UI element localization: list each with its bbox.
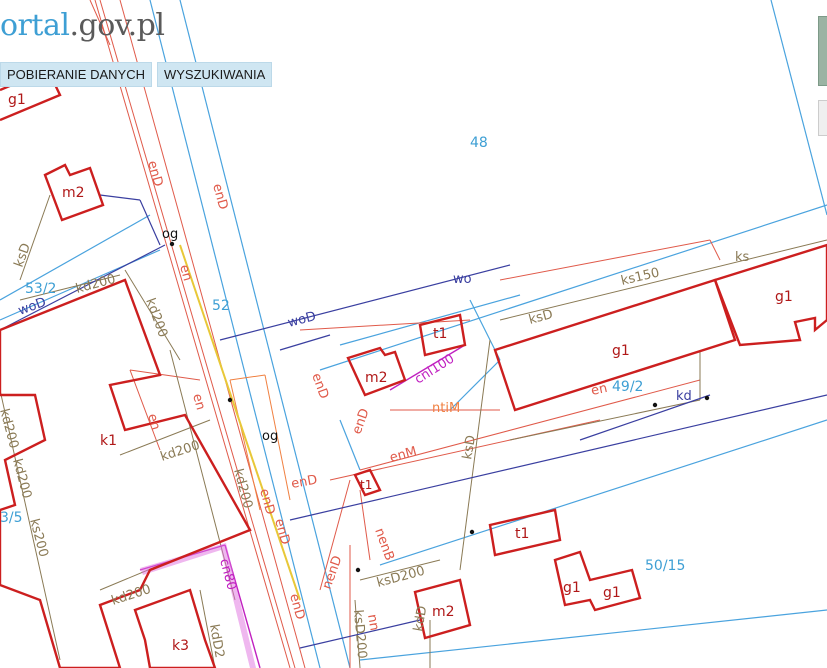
parcel-label: 48: [470, 135, 488, 151]
building-label: m2: [365, 370, 388, 386]
logo-part-2: .gov.pl: [69, 8, 165, 43]
utility-label: woD: [16, 295, 48, 319]
utility-label: en: [189, 392, 208, 412]
nav-button-search[interactable]: WYSZUKIWANIA: [156, 62, 273, 87]
telecom-hatch: [140, 543, 256, 668]
building-label: g1: [612, 343, 630, 359]
parcel-label: 49/2: [612, 379, 643, 395]
utility-label: woD: [286, 309, 318, 331]
parcel-label: 50/15: [645, 558, 685, 574]
utility-label: ksD: [527, 307, 554, 328]
utility-label: kd200: [159, 438, 202, 465]
overview-map-thumbnail[interactable]: [818, 16, 827, 86]
parcel-label: 53/2: [25, 281, 56, 297]
building-label: t1: [433, 326, 447, 342]
utility-label: nenD: [320, 554, 346, 592]
utility-label: nenB: [371, 526, 397, 563]
nav-button-download[interactable]: POBIERANIE DANYCH: [0, 62, 152, 87]
utility-label: ksD: [12, 241, 34, 269]
utility-label: kd: [676, 389, 692, 404]
utility-label: kd200: [142, 296, 170, 339]
building-label: g1: [8, 92, 26, 108]
utility-label: cnl100: [412, 351, 457, 387]
utility-label: ksD: [460, 434, 479, 461]
utility-label: en: [144, 412, 163, 432]
utility-label: kd200: [0, 407, 21, 450]
utility-label: ks200: [26, 517, 51, 559]
utility-label: og: [262, 429, 278, 444]
utility-label: enD: [144, 159, 165, 188]
building-label: k1: [100, 433, 117, 449]
building-label: t1: [360, 478, 372, 492]
parcel-label: 3/5: [0, 510, 23, 526]
utility-label: enD: [308, 371, 331, 401]
utility-label: enD: [271, 517, 292, 546]
utility-label: en: [590, 381, 609, 399]
utility-label: enD: [290, 473, 318, 492]
building-label: g1: [603, 585, 621, 601]
logo-part-1: ortal: [0, 8, 70, 43]
utility-map[interactable]: 48 53/2 52 49/2 50/15 3/5 g1 m2 k1 t1 m2…: [0, 0, 827, 668]
utility-label: ks: [735, 250, 750, 265]
utility-label: enD: [286, 592, 307, 621]
building-label: k3: [172, 638, 189, 654]
parcel-label: 52: [212, 298, 230, 314]
side-panel-toggle[interactable]: [818, 100, 827, 136]
utility-label: nn: [364, 613, 382, 632]
site-logo[interactable]: ortal.gov.pl: [0, 8, 165, 43]
building-label: m2: [432, 604, 455, 620]
utility-label: kd200: [74, 272, 117, 297]
utility-label: enD: [350, 407, 373, 437]
building-label: g1: [563, 580, 581, 596]
utility-label: wo: [453, 272, 472, 287]
utility-label: enM: [388, 444, 418, 466]
utility-label: og: [162, 227, 178, 242]
building-label: t1: [515, 526, 529, 542]
utility-label: ksD200: [375, 564, 426, 591]
utility-label: cn80: [216, 557, 239, 592]
utility-label: ntiM: [432, 401, 460, 416]
utility-label: kdD: [411, 605, 430, 633]
building-label: m2: [62, 185, 85, 201]
top-nav: POBIERANIE DANYCH WYSZUKIWANIA: [0, 62, 273, 87]
building-label: g1: [775, 289, 793, 305]
gas-line: [179, 244, 301, 601]
utility-label: enD: [256, 487, 277, 516]
